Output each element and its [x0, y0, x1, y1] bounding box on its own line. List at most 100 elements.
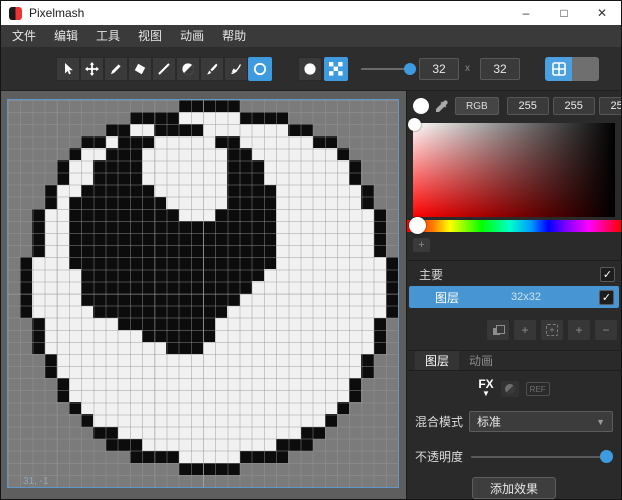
- pixel-cell[interactable]: [166, 306, 178, 318]
- pixel-cell[interactable]: [337, 294, 349, 306]
- pixel-cell[interactable]: [20, 148, 32, 160]
- pixel-cell[interactable]: [154, 209, 166, 221]
- pixel-cell[interactable]: [179, 185, 191, 197]
- pixel-cell[interactable]: [349, 197, 361, 209]
- pixel-cell[interactable]: [45, 160, 57, 172]
- pixel-cell[interactable]: [166, 294, 178, 306]
- pixel-cell[interactable]: [386, 136, 398, 148]
- pixel-cell[interactable]: [69, 257, 81, 269]
- pixel-cell[interactable]: [349, 221, 361, 233]
- pixel-cell[interactable]: [45, 427, 57, 439]
- opacity-slider-handle[interactable]: [600, 450, 613, 463]
- pixel-cell[interactable]: [276, 100, 288, 112]
- pixel-cell[interactable]: [288, 100, 300, 112]
- pixel-cell[interactable]: [240, 342, 252, 354]
- pixel-cell[interactable]: [386, 475, 398, 487]
- pixel-cell[interactable]: [130, 269, 142, 281]
- pixel-cell[interactable]: [166, 257, 178, 269]
- pixel-canvas[interactable]: [7, 99, 399, 488]
- pixel-cell[interactable]: [252, 185, 264, 197]
- pixel-cell[interactable]: [325, 294, 337, 306]
- pixel-cell[interactable]: [240, 160, 252, 172]
- pixel-cell[interactable]: [337, 281, 349, 293]
- pixel-cell[interactable]: [325, 475, 337, 487]
- pixel-cell[interactable]: [374, 100, 386, 112]
- pixel-cell[interactable]: [166, 342, 178, 354]
- pixel-cell[interactable]: [106, 100, 118, 112]
- pixel-cell[interactable]: [69, 354, 81, 366]
- pixel-cell[interactable]: [154, 112, 166, 124]
- pixel-cell[interactable]: [118, 245, 130, 257]
- pixel-cell[interactable]: [361, 124, 373, 136]
- pixel-cell[interactable]: [203, 342, 215, 354]
- pixel-cell[interactable]: [361, 257, 373, 269]
- pixel-cell[interactable]: [203, 233, 215, 245]
- pixel-cell[interactable]: [361, 390, 373, 402]
- pixel-cell[interactable]: [45, 390, 57, 402]
- pixel-cell[interactable]: [142, 378, 154, 390]
- pixel-cell[interactable]: [374, 294, 386, 306]
- pixel-cell[interactable]: [20, 124, 32, 136]
- pixel-cell[interactable]: [325, 124, 337, 136]
- pixel-cell[interactable]: [337, 390, 349, 402]
- pixel-cell[interactable]: [130, 281, 142, 293]
- pixel-cell[interactable]: [45, 148, 57, 160]
- pixel-cell[interactable]: [301, 378, 313, 390]
- pixel-cell[interactable]: [264, 306, 276, 318]
- pixel-cell[interactable]: [276, 306, 288, 318]
- pixel-cell[interactable]: [118, 366, 130, 378]
- pixel-cell[interactable]: [118, 233, 130, 245]
- pixel-cell[interactable]: [142, 136, 154, 148]
- pixel-cell[interactable]: [203, 148, 215, 160]
- pixel-cell[interactable]: [264, 100, 276, 112]
- pixel-cell[interactable]: [227, 451, 239, 463]
- pixel-cell[interactable]: [227, 173, 239, 185]
- pixel-cell[interactable]: [313, 342, 325, 354]
- pixel-cell[interactable]: [313, 209, 325, 221]
- pixel-cell[interactable]: [227, 439, 239, 451]
- pixel-cell[interactable]: [361, 160, 373, 172]
- pixel-cell[interactable]: [240, 197, 252, 209]
- pixel-cell[interactable]: [106, 281, 118, 293]
- move-tool[interactable]: [80, 57, 104, 81]
- pixel-cell[interactable]: [264, 475, 276, 487]
- pixel-cell[interactable]: [20, 390, 32, 402]
- pixel-cell[interactable]: [57, 390, 69, 402]
- pixel-cell[interactable]: [252, 390, 264, 402]
- pixel-cell[interactable]: [386, 439, 398, 451]
- pixel-cell[interactable]: [301, 294, 313, 306]
- pixel-cell[interactable]: [166, 463, 178, 475]
- pixel-cell[interactable]: [20, 378, 32, 390]
- pixel-cell[interactable]: [93, 269, 105, 281]
- pixel-cell[interactable]: [288, 463, 300, 475]
- pixel-cell[interactable]: [106, 378, 118, 390]
- pixel-cell[interactable]: [32, 318, 44, 330]
- pixel-cell[interactable]: [8, 185, 20, 197]
- pixel-cell[interactable]: [276, 257, 288, 269]
- pixel-cell[interactable]: [264, 451, 276, 463]
- pixel-cell[interactable]: [203, 439, 215, 451]
- pixel-cell[interactable]: [154, 366, 166, 378]
- pixel-cell[interactable]: [386, 160, 398, 172]
- pixel-cell[interactable]: [203, 294, 215, 306]
- pixel-cell[interactable]: [227, 294, 239, 306]
- current-color-swatch[interactable]: [413, 98, 429, 114]
- pixel-cell[interactable]: [69, 173, 81, 185]
- pixel-cell[interactable]: [215, 414, 227, 426]
- pixel-cell[interactable]: [313, 221, 325, 233]
- pixel-cell[interactable]: [130, 330, 142, 342]
- remove-layer-button[interactable]: −: [595, 320, 617, 340]
- pixel-cell[interactable]: [276, 330, 288, 342]
- pixel-cell[interactable]: [276, 342, 288, 354]
- pixel-cell[interactable]: [203, 173, 215, 185]
- pixel-cell[interactable]: [118, 390, 130, 402]
- slider-handle[interactable]: [404, 63, 416, 75]
- pixel-cell[interactable]: [215, 173, 227, 185]
- menu-item[interactable]: 动画: [171, 25, 213, 47]
- pixel-cell[interactable]: [203, 451, 215, 463]
- pixel-cell[interactable]: [386, 209, 398, 221]
- pixel-cell[interactable]: [166, 281, 178, 293]
- pixel-cell[interactable]: [20, 427, 32, 439]
- mask-button[interactable]: [501, 381, 519, 397]
- pixel-cell[interactable]: [227, 342, 239, 354]
